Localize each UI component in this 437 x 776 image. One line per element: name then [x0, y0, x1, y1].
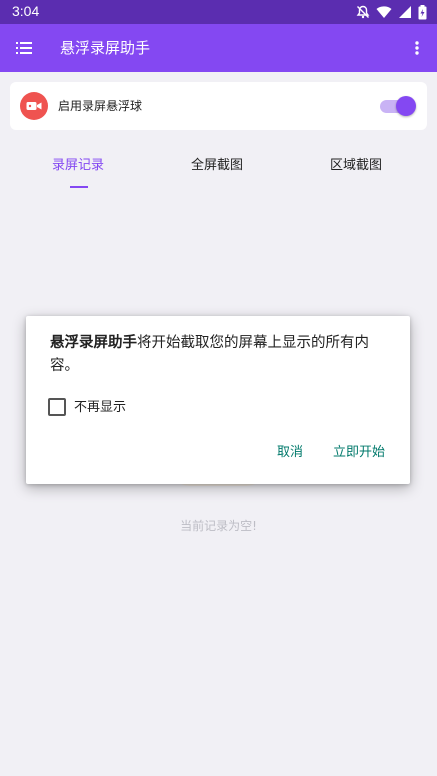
- dialog-message: 悬浮录屏助手将开始截取您的屏幕上显示的所有内容。: [50, 332, 386, 378]
- dont-show-again-label[interactable]: 不再显示: [74, 399, 126, 417]
- dialog-app-name: 悬浮录屏助手: [50, 335, 137, 351]
- dont-show-again-checkbox[interactable]: [48, 398, 66, 416]
- start-now-button[interactable]: 立即开始: [333, 444, 385, 462]
- cancel-button[interactable]: 取消: [277, 444, 303, 462]
- screen-capture-dialog: 悬浮录屏助手将开始截取您的屏幕上显示的所有内容。 不再显示 取消 立即开始: [26, 316, 410, 484]
